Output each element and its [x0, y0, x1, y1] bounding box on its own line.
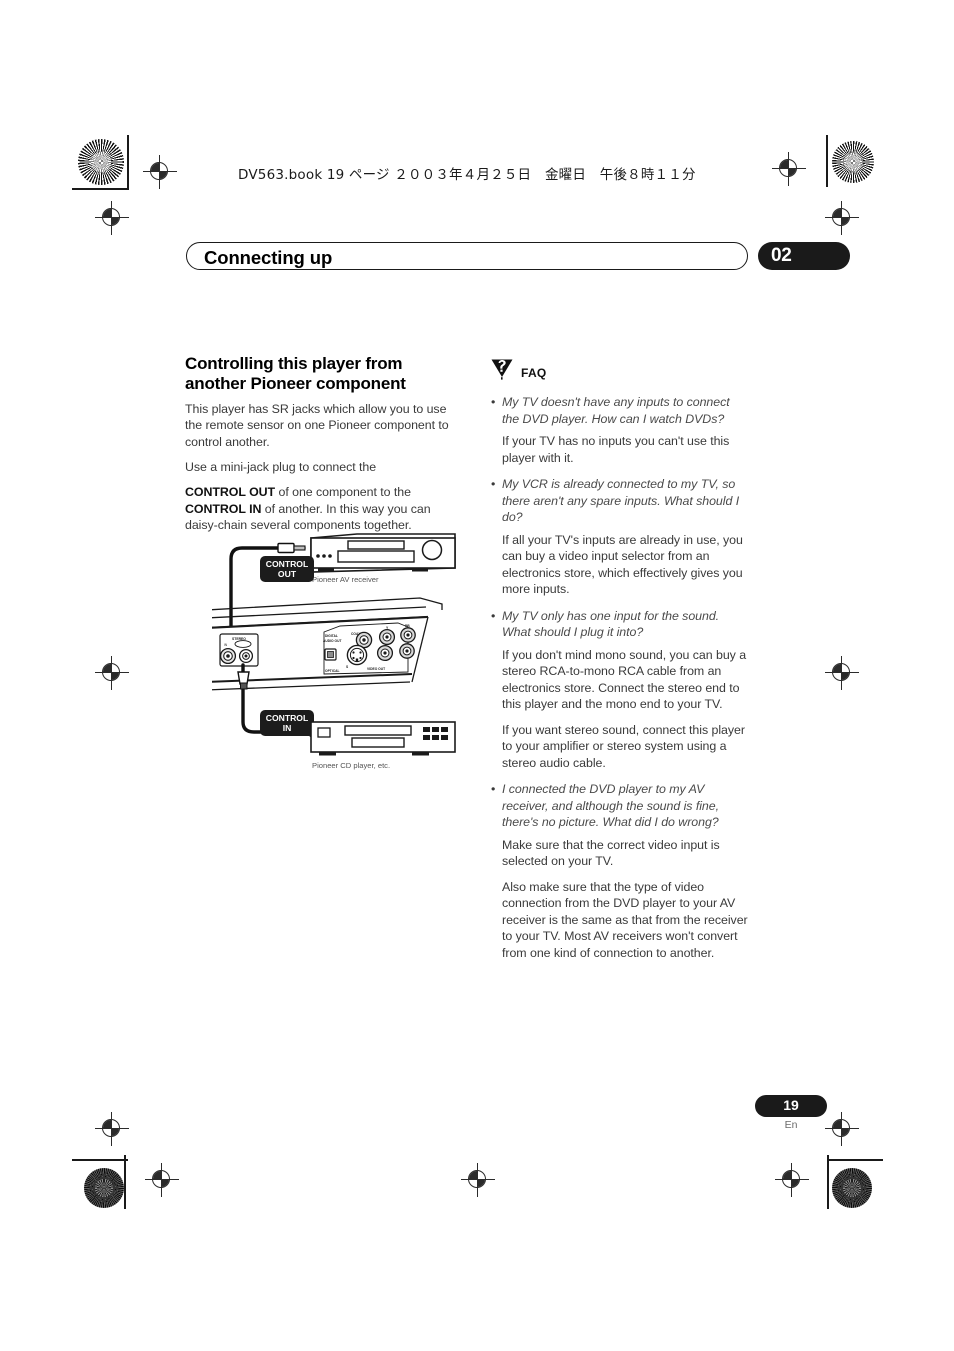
- crop-mark-bottom-right-horizontal: [827, 1159, 883, 1161]
- control-out-line1: CONTROL: [266, 559, 309, 569]
- running-head-bar: Connecting up: [186, 242, 748, 270]
- registration-crosshair-top-right-inner: [772, 152, 806, 186]
- registration-crosshair-right-upper: [825, 201, 859, 235]
- page-language-code: En: [784, 1119, 798, 1131]
- control-in-line2: IN: [283, 723, 292, 733]
- faq-bullet: •: [491, 782, 496, 796]
- control-connection-paragraph: CONTROL OUT of one component to the CONT…: [185, 484, 453, 533]
- registration-star-top-right: [832, 141, 874, 183]
- chapter-number-badge: 02: [758, 242, 850, 270]
- crop-mark-top-left-horizontal: [72, 188, 129, 190]
- crop-mark-top-right-vertical: [826, 135, 828, 187]
- registration-crosshair-right-lower: [825, 1112, 859, 1146]
- label-digital-audio-out-2: AUDIO OUT: [323, 639, 342, 643]
- book-header-info: DV563.book 19 ページ ２００３年４月２５日 金曜日 午後８時１１分: [238, 167, 696, 183]
- crop-mark-bottom-left-vertical: [124, 1155, 126, 1209]
- registration-crosshair-left-lower: [95, 1112, 129, 1146]
- faq-bullet: •: [491, 477, 496, 491]
- faq-answer: Make sure that the correct video input i…: [502, 837, 720, 869]
- faq-answer: Also make sure that the type of video co…: [502, 879, 748, 960]
- faq-header: FAQ: [490, 358, 748, 382]
- faq-answer: If all your TV's inputs are already in u…: [502, 532, 743, 597]
- faq-bullet: •: [491, 395, 496, 409]
- page-number-text: 19: [783, 1097, 799, 1113]
- right-column-faq: FAQ • My TV doesn't have any inputs to c…: [490, 358, 748, 971]
- control-out-label-box: CONTROL OUT: [260, 556, 314, 582]
- left-column: Controlling this player from another Pio…: [185, 354, 453, 542]
- control-mid-text: of one component to the: [275, 485, 411, 500]
- control-in-line1: CONTROL: [266, 713, 309, 723]
- control-out-line2: OUT: [278, 569, 297, 579]
- section-title: Controlling this player from another Pio…: [185, 354, 406, 394]
- crop-mark-top-left-vertical: [127, 135, 129, 190]
- control-out-bold: CONTROL OUT: [185, 485, 276, 500]
- faq-label: FAQ: [521, 366, 547, 380]
- registration-star-top-left: [78, 139, 124, 185]
- label-optical: OPTICAL: [325, 669, 339, 673]
- faq-question: My VCR is already connected to my TV, so…: [502, 477, 740, 524]
- faq-list: • My TV doesn't have any inputs to conne…: [490, 394, 748, 961]
- control-in-bold: CONTROL IN: [185, 501, 262, 516]
- registration-crosshair-bottom-center: [461, 1163, 495, 1197]
- control-in-label-box: CONTROL IN: [260, 710, 314, 736]
- chapter-number-text: 02: [771, 245, 792, 266]
- faq-answer: If you want stereo sound, connect this p…: [502, 722, 745, 770]
- minijack-lead-paragraph: Use a mini-jack plug to connect the: [185, 459, 377, 474]
- faq-item: • I connected the DVD player to my AV re…: [490, 781, 748, 961]
- faq-bullet: •: [491, 608, 496, 623]
- running-head-title: Connecting up: [204, 247, 333, 268]
- faq-answer: If your TV has no inputs you can't use t…: [502, 434, 730, 465]
- registration-crosshair-right-middle: [825, 656, 859, 690]
- faq-question: My TV doesn't have any inputs to connect…: [502, 395, 730, 426]
- registration-star-bottom-right: [832, 1168, 872, 1208]
- registration-crosshair-top-left-inner: [143, 155, 177, 189]
- caption-cd-player: Pioneer CD player, etc.: [312, 761, 390, 770]
- registration-crosshair-left-upper: [95, 201, 129, 235]
- faq-answer: If you don't mind mono sound, you can bu…: [502, 647, 747, 712]
- intro-paragraph: This player has SR jacks which allow you…: [185, 401, 449, 449]
- control-wiring-diagram: Pioneer AV receiver CONTROL OUT STEREO I…: [212, 532, 457, 787]
- label-digital-audio-out-1: DIGITAL: [325, 634, 338, 638]
- faq-item: • My TV only has one input for the sound…: [490, 608, 748, 772]
- label-video-out: VIDEO OUT: [367, 667, 385, 671]
- registration-star-bottom-left: [84, 1168, 124, 1208]
- registration-crosshair-bottom-right-inner: [775, 1163, 809, 1197]
- registration-crosshair-left-middle: [95, 656, 129, 690]
- faq-question: My TV only has one input for the sound. …: [502, 608, 720, 640]
- av-receiver-graphic: [310, 533, 456, 573]
- crop-mark-bottom-left-horizontal: [72, 1159, 128, 1161]
- printed-page: DV563.book 19 ページ ２００３年４月２５日 金曜日 午後８時１１分…: [0, 0, 954, 1351]
- faq-question: I connected the DVD player to my AV rece…: [502, 782, 720, 829]
- faq-item: • My VCR is already connected to my TV, …: [490, 476, 748, 598]
- caption-av-receiver: Pioneer AV receiver: [312, 575, 379, 584]
- faq-item: • My TV doesn't have any inputs to conne…: [490, 394, 748, 466]
- registration-crosshair-bottom-left-inner: [145, 1163, 179, 1197]
- page-number-badge: 19: [755, 1095, 827, 1117]
- faq-triangle-question-icon: [491, 359, 513, 380]
- crop-mark-bottom-right-vertical: [827, 1155, 829, 1209]
- cd-player-graphic: [310, 721, 456, 756]
